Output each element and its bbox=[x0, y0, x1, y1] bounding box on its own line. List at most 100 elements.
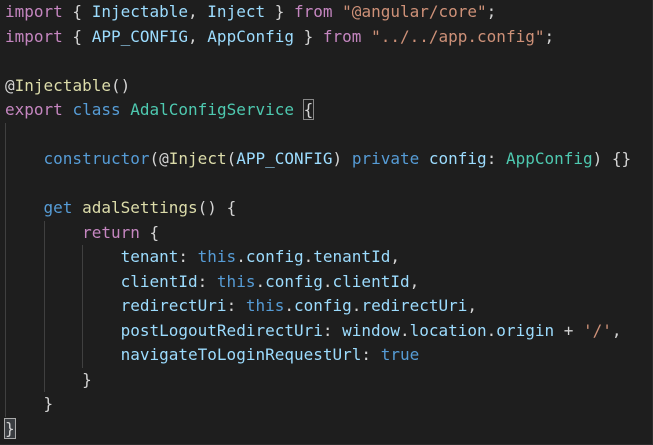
code-token: from bbox=[322, 26, 362, 46]
indent-guide bbox=[5, 367, 6, 392]
code-token: , bbox=[467, 296, 478, 315]
code-token: ; bbox=[544, 26, 555, 46]
code-line: tenant: this.config.tenantId, bbox=[5, 245, 631, 270]
indent-guide bbox=[43, 367, 45, 392]
code-line: } bbox=[5, 392, 631, 417]
code-line bbox=[5, 122, 631, 147]
code-token: () { bbox=[197, 198, 237, 217]
indent-guide bbox=[82, 294, 84, 319]
code-token: import bbox=[5, 2, 63, 21]
code-token: config bbox=[428, 149, 487, 168]
code-token: import bbox=[5, 26, 63, 46]
code-content[interactable]: import { Injectable, Inject } from "@ang… bbox=[4, 0, 632, 442]
code-line: redirectUri: this.config.redirectUri, bbox=[5, 294, 631, 319]
code-token: , bbox=[188, 26, 208, 46]
code-line bbox=[5, 171, 631, 196]
code-token: } bbox=[4, 417, 16, 439]
indent-guide bbox=[5, 171, 6, 196]
code-token: , bbox=[409, 271, 420, 291]
code-token: , bbox=[188, 2, 208, 21]
indent-guide bbox=[5, 196, 6, 221]
code-token: . bbox=[284, 296, 294, 315]
indent-guide bbox=[82, 269, 84, 294]
code-token: redirectUri bbox=[120, 296, 227, 315]
code-token: redirectUri bbox=[361, 296, 468, 315]
code-line: } bbox=[4, 417, 631, 442]
code-token: . bbox=[255, 271, 266, 291]
code-token: "@angular/core" bbox=[342, 2, 487, 21]
indent-guide bbox=[5, 122, 6, 147]
code-token: { bbox=[139, 222, 160, 242]
code-token: constructor bbox=[43, 149, 150, 168]
code-token: this bbox=[197, 247, 237, 266]
code-token: from bbox=[294, 2, 333, 21]
indent-guide bbox=[43, 343, 45, 368]
indent-guide bbox=[82, 318, 84, 343]
code-token: navigateToLoginRequestUrl bbox=[120, 345, 362, 364]
code-token: '/' bbox=[583, 320, 612, 340]
code-token: . bbox=[351, 296, 362, 315]
code-token: Injectable bbox=[14, 75, 111, 95]
code-token: ( bbox=[226, 149, 237, 168]
code-token: clientId bbox=[332, 271, 410, 291]
code-line: export class AdalConfigService { bbox=[5, 98, 631, 123]
code-token: : bbox=[322, 320, 343, 340]
indent-guide bbox=[43, 245, 45, 270]
code-line: import { APP_CONFIG, AppConfig } from ".… bbox=[5, 25, 631, 50]
indent-guide bbox=[5, 147, 6, 172]
indent-guide bbox=[5, 294, 6, 319]
code-token: . bbox=[322, 271, 333, 291]
code-token: ) {} bbox=[592, 149, 632, 168]
code-token: ; bbox=[486, 2, 497, 21]
code-token: , bbox=[611, 320, 622, 340]
code-token: @ bbox=[5, 75, 15, 95]
code-line: import { Injectable, Inject } from "@ang… bbox=[5, 0, 631, 25]
code-token: APP_CONFIG bbox=[236, 149, 333, 168]
indent-guide bbox=[82, 343, 84, 368]
code-token: Inject bbox=[207, 2, 266, 21]
code-token: . bbox=[236, 247, 246, 266]
code-token: config bbox=[245, 247, 304, 266]
indent-guide bbox=[5, 245, 6, 270]
code-token: { bbox=[62, 2, 92, 21]
code-token: . bbox=[399, 320, 410, 340]
code-token: config bbox=[294, 296, 352, 315]
code-token: Inject bbox=[168, 149, 227, 168]
code-token: AppConfig bbox=[505, 149, 593, 168]
code-line: postLogoutRedirectUri: window.location.o… bbox=[5, 318, 631, 343]
code-token: location bbox=[409, 320, 487, 340]
code-token: , bbox=[390, 247, 400, 266]
code-token: this bbox=[245, 296, 285, 315]
code-token: this bbox=[216, 271, 256, 291]
code-token: . bbox=[486, 320, 497, 340]
indent-guide bbox=[82, 245, 84, 270]
code-token: true bbox=[380, 345, 420, 364]
code-token: { bbox=[62, 26, 92, 46]
code-token: postLogoutRedirectUri bbox=[120, 320, 323, 340]
indent-guide bbox=[43, 269, 45, 294]
code-token: { bbox=[302, 99, 315, 120]
code-token: AppConfig bbox=[207, 26, 294, 46]
code-token: @ bbox=[159, 149, 169, 168]
code-token: export bbox=[5, 100, 63, 119]
code-line: return { bbox=[5, 220, 631, 245]
code-token: APP_CONFIG bbox=[91, 26, 189, 46]
code-token: Injectable bbox=[91, 2, 189, 21]
code-token: AdalConfigService bbox=[130, 100, 295, 119]
code-token: ( bbox=[149, 149, 160, 168]
code-token: } bbox=[43, 394, 54, 413]
code-editor[interactable]: import { Injectable, Inject } from "@ang… bbox=[0, 0, 653, 445]
code-token: . bbox=[303, 247, 314, 266]
